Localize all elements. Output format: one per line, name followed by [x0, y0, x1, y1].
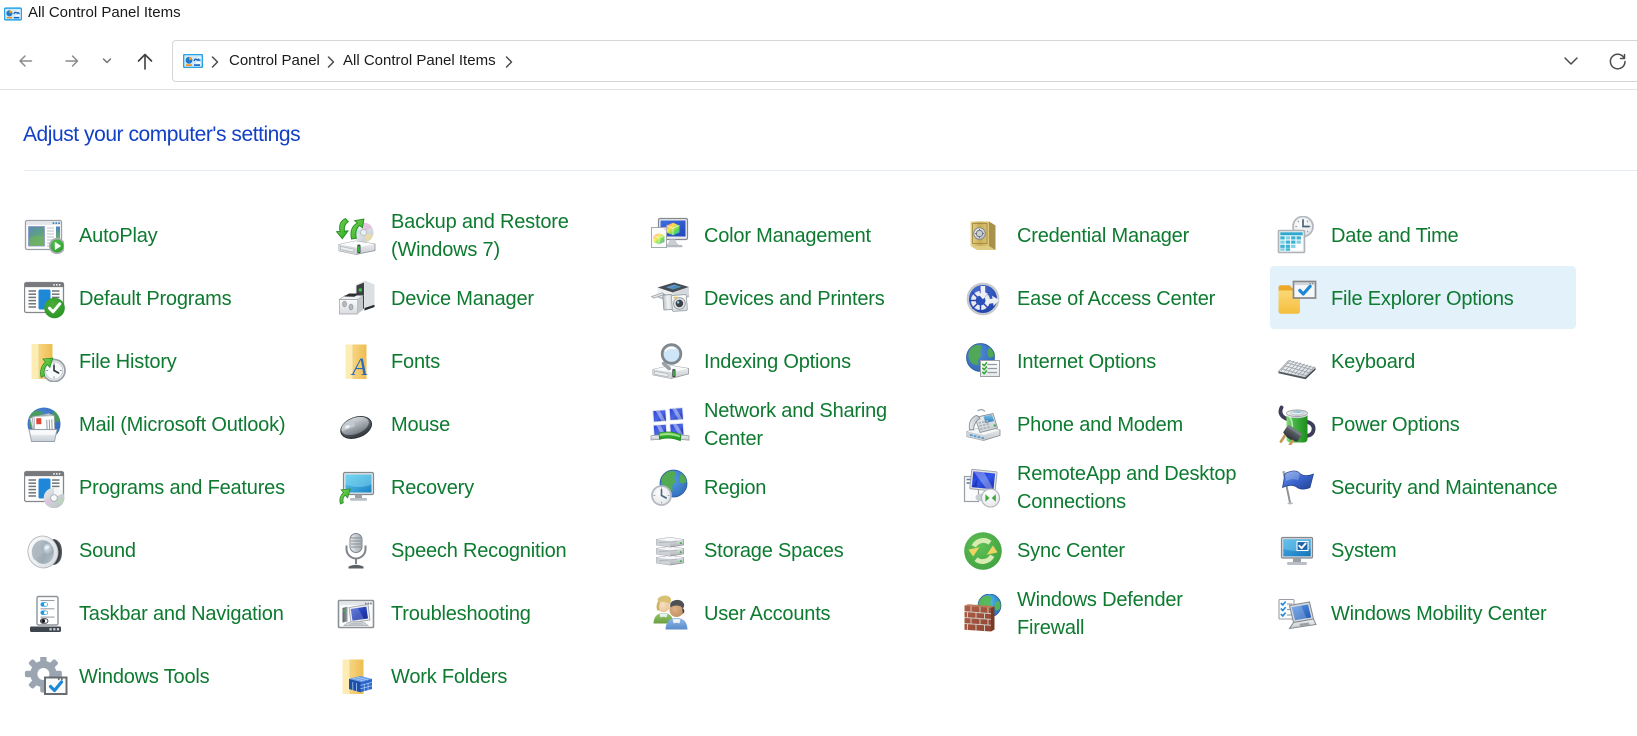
svg-text:A: A	[350, 354, 368, 381]
